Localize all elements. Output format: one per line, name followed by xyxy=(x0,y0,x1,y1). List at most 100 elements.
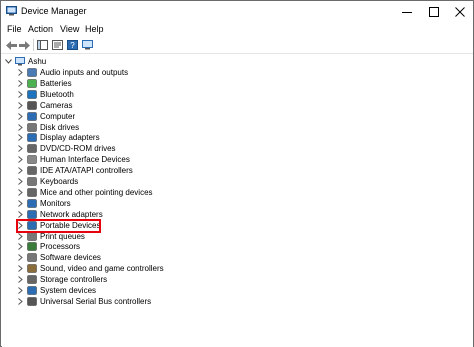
tree-item-display-adapters[interactable]: Display adapters xyxy=(2,132,472,143)
tree-item-disk-drives[interactable]: Disk drives xyxy=(2,122,472,133)
menu-action[interactable]: Action xyxy=(28,24,53,34)
expand-chevron-icon[interactable] xyxy=(16,111,24,122)
menu-view[interactable]: View xyxy=(60,24,79,34)
sound-video-and-game-controllers-icon xyxy=(27,264,37,273)
tree-item-processors[interactable]: Processors xyxy=(2,241,472,252)
tree-item-system-devices[interactable]: System devices xyxy=(2,285,472,296)
keyboards-icon xyxy=(27,177,37,186)
device-manager-app-icon xyxy=(6,6,17,16)
toolbar: ? xyxy=(1,37,473,54)
tree-item-label: Mice and other pointing devices xyxy=(40,187,153,197)
expand-chevron-icon[interactable] xyxy=(16,274,24,285)
tree-item-monitors[interactable]: Monitors xyxy=(2,198,472,209)
tree-item-label: Keyboards xyxy=(40,177,79,186)
expand-chevron-icon[interactable] xyxy=(16,176,24,187)
software-devices-icon xyxy=(27,253,37,263)
expand-chevron-icon[interactable] xyxy=(16,132,24,143)
back-icon xyxy=(6,40,17,50)
tree-item-human-interface-devices[interactable]: Human Interface Devices xyxy=(2,154,472,165)
expand-chevron-icon[interactable] xyxy=(16,187,24,198)
expand-chevron-icon[interactable] xyxy=(16,78,24,89)
tree-item-storage-controllers[interactable]: Storage controllers xyxy=(2,274,472,285)
properties-icon xyxy=(52,40,63,50)
tree-item-cameras[interactable]: Cameras xyxy=(2,100,472,111)
universal-serial-bus-controllers-icon xyxy=(27,297,37,306)
forward-button[interactable] xyxy=(18,39,31,51)
tree-item-label: Monitors xyxy=(40,198,71,208)
device-manager-window: Device Manager File Action View Help ? A… xyxy=(0,0,474,347)
tree-item-label: DVD/CD-ROM drives xyxy=(40,144,116,154)
disk-drives-icon xyxy=(27,122,37,132)
system-devices-icon xyxy=(27,286,37,295)
tree-root-label: Ashu xyxy=(28,57,47,66)
mice-and-other-pointing-devices-icon xyxy=(27,188,37,197)
window-title: Device Manager xyxy=(21,6,87,16)
expand-chevron-icon[interactable] xyxy=(16,67,24,78)
maximize-icon xyxy=(429,7,439,17)
tree-item-label: Display adapters xyxy=(40,133,100,143)
tree-item-label: Universal Serial Bus controllers xyxy=(40,296,152,306)
expand-chevron-icon[interactable] xyxy=(16,198,24,209)
tree-item-label: Cameras xyxy=(40,100,73,110)
tree-item-audio-inputs-and-outputs[interactable]: Audio inputs and outputs xyxy=(2,67,472,78)
expand-chevron-icon[interactable] xyxy=(16,296,24,307)
title-bar[interactable]: Device Manager xyxy=(1,1,473,23)
svg-text:?: ? xyxy=(70,41,75,50)
collapse-icon[interactable] xyxy=(4,56,12,67)
tree-item-batteries[interactable]: Batteries xyxy=(2,78,472,89)
expand-chevron-icon[interactable] xyxy=(16,89,24,100)
tree-item-label: Audio inputs and outputs xyxy=(40,68,129,77)
tree-item-label: Human Interface Devices xyxy=(40,155,130,165)
expand-chevron-icon[interactable] xyxy=(16,154,24,165)
tree-item-label: Computer xyxy=(40,111,76,121)
human-interface-devices-icon xyxy=(27,155,37,164)
tree-root[interactable]: Ashu xyxy=(2,56,472,67)
tree-item-universal-serial-bus-controllers[interactable]: Universal Serial Bus controllers xyxy=(2,296,472,307)
tree-item-mice-and-other-pointing-devices[interactable]: Mice and other pointing devices xyxy=(2,187,472,198)
computer-icon xyxy=(27,111,37,121)
tree-item-label: Bluetooth xyxy=(40,89,74,99)
tree-item-bluetooth[interactable]: Bluetooth xyxy=(2,89,472,100)
properties-button[interactable] xyxy=(51,39,64,51)
tree-item-sound-video-and-game-controllers[interactable]: Sound, video and game controllers xyxy=(2,263,472,274)
back-button[interactable] xyxy=(5,39,18,51)
tree-item-computer[interactable]: Computer xyxy=(2,111,472,122)
expand-chevron-icon[interactable] xyxy=(16,122,24,133)
tree-item-dvd-cd-rom-drives[interactable]: DVD/CD-ROM drives xyxy=(2,143,472,154)
menu-help[interactable]: Help xyxy=(85,24,104,34)
tree-item-label: Processors xyxy=(40,242,81,252)
expand-chevron-icon[interactable] xyxy=(16,252,24,263)
tree-item-label: Storage controllers xyxy=(40,275,108,285)
update-driver-button[interactable] xyxy=(81,39,94,51)
help-icon: ? xyxy=(67,40,78,50)
monitors-icon xyxy=(27,199,37,208)
minimize-icon xyxy=(402,12,412,13)
tree-item-label: Software devices xyxy=(40,253,101,263)
expand-chevron-icon[interactable] xyxy=(16,143,24,154)
bluetooth-icon xyxy=(27,90,37,99)
expand-chevron-icon[interactable] xyxy=(16,241,24,252)
show-hide-console-tree-button[interactable] xyxy=(36,39,49,51)
device-tree: Ashu Audio inputs and outputs Batteries Bl… xyxy=(2,55,473,347)
menu-file[interactable]: File xyxy=(7,24,22,34)
tree-item-keyboards[interactable]: Keyboards xyxy=(2,176,472,187)
tree-item-software-devices[interactable]: Software devices xyxy=(2,252,472,263)
help-button[interactable]: ? xyxy=(66,39,79,51)
expand-chevron-icon[interactable] xyxy=(16,285,24,296)
maximize-button[interactable] xyxy=(421,1,447,23)
close-icon xyxy=(455,7,465,17)
tree-item-ide-ata-atapi-controllers[interactable]: IDE ATA/ATAPI controllers xyxy=(2,165,472,176)
minimize-button[interactable] xyxy=(394,1,420,23)
forward-icon xyxy=(19,40,30,50)
close-button[interactable] xyxy=(447,1,473,23)
display-adapters-icon xyxy=(27,133,37,143)
tree-item-label: Sound, video and game controllers xyxy=(40,264,164,274)
network-adapters-icon xyxy=(27,209,37,219)
expand-chevron-icon[interactable] xyxy=(16,165,24,176)
expand-chevron-icon[interactable] xyxy=(16,100,24,111)
show-hide-console-tree-icon xyxy=(37,40,48,50)
portable-devices-highlight xyxy=(16,219,101,233)
processors-icon xyxy=(27,242,37,252)
batteries-icon xyxy=(27,79,37,88)
expand-chevron-icon[interactable] xyxy=(16,263,24,274)
